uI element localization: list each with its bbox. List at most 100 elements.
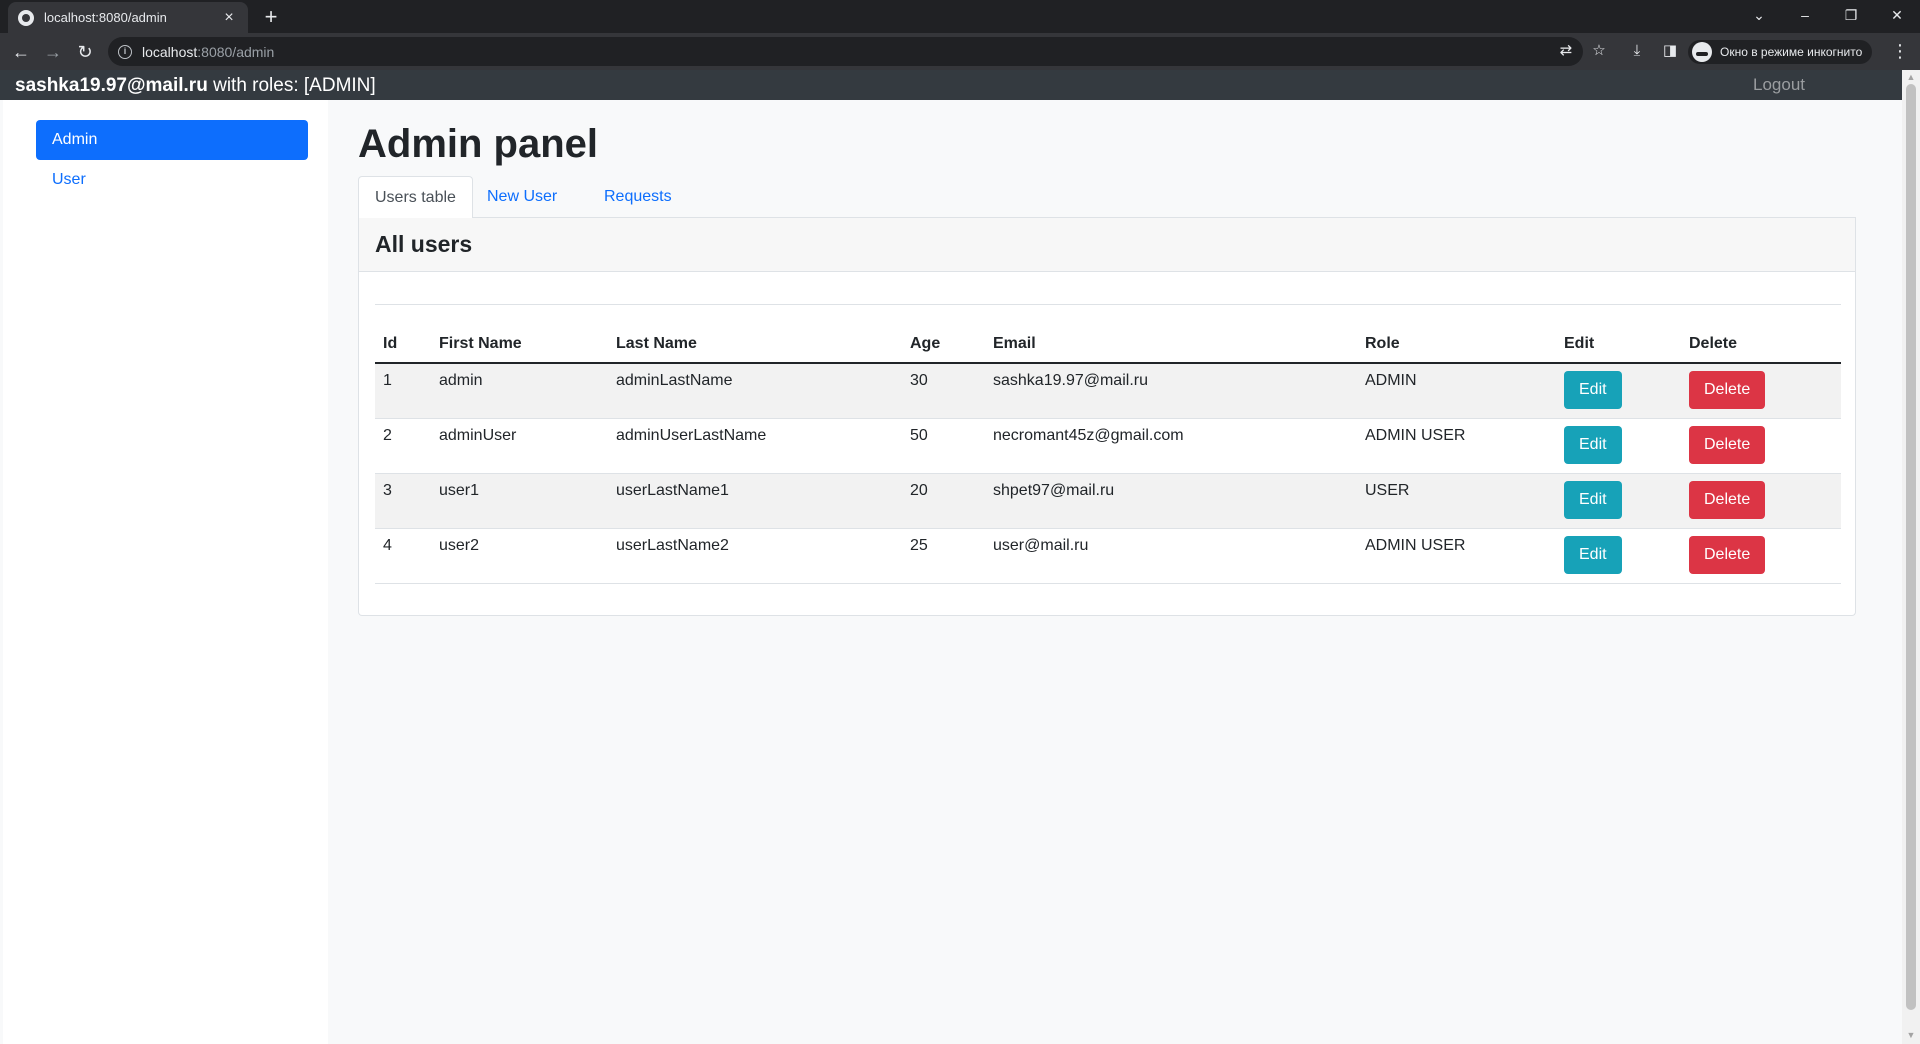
users-card: All users Id First Name Last Name Age Em… — [358, 218, 1856, 616]
cell-age: 30 — [902, 363, 985, 419]
card-title: All users — [359, 218, 1855, 272]
cell-delete: Delete — [1681, 528, 1841, 584]
col-delete: Delete — [1681, 325, 1841, 364]
cell-id: 4 — [375, 528, 431, 584]
new-tab-button[interactable]: + — [258, 4, 284, 30]
cell-first-name: user2 — [431, 528, 608, 584]
back-icon[interactable]: ← — [8, 39, 34, 65]
user-roles: with roles: [ADMIN] — [207, 75, 376, 96]
cell-role: ADMIN USER — [1357, 418, 1556, 474]
cell-last-name: adminUserLastName — [608, 418, 902, 474]
cell-id: 3 — [375, 473, 431, 529]
cell-edit: Edit — [1556, 473, 1681, 529]
card-body: Id First Name Last Name Age Email Role E… — [375, 304, 1841, 584]
table-row: 3 user1 userLastName1 20 shpet97@mail.ru… — [375, 473, 1841, 529]
scroll-up-icon[interactable]: ▲ — [1902, 72, 1920, 82]
scroll-down-icon[interactable]: ▼ — [1902, 1030, 1920, 1040]
cell-role: USER — [1357, 473, 1556, 529]
cell-edit: Edit — [1556, 363, 1681, 419]
delete-button[interactable]: Delete — [1689, 535, 1766, 574]
cell-edit: Edit — [1556, 528, 1681, 584]
translate-icon[interactable]: ⇄ — [1554, 39, 1578, 63]
edit-button[interactable]: Edit — [1564, 425, 1622, 464]
delete-button[interactable]: Delete — [1689, 371, 1766, 409]
tab-list: Users table New User Requests — [358, 176, 1856, 219]
incognito-badge[interactable]: Окно в режиме инкогнито — [1688, 40, 1873, 64]
globe-icon — [18, 9, 34, 26]
minimize-icon[interactable]: – — [1782, 0, 1828, 33]
tab-search-icon[interactable]: ⌄ — [1736, 0, 1782, 33]
col-last-name: Last Name — [608, 325, 902, 364]
cell-last-name: userLastName1 — [608, 473, 902, 529]
download-icon[interactable]: ⤓ — [1625, 39, 1649, 63]
tab-close-icon[interactable]: × — [220, 9, 238, 27]
cell-email: shpet97@mail.ru — [985, 473, 1357, 529]
cell-first-name: user1 — [431, 473, 608, 529]
scrollbar-thumb[interactable] — [1906, 84, 1916, 1010]
restore-icon[interactable]: ❐ — [1828, 0, 1874, 33]
edit-button[interactable]: Edit — [1564, 535, 1622, 574]
cell-delete: Delete — [1681, 473, 1841, 529]
page-scrollbar[interactable]: ▲ ▼ — [1902, 70, 1920, 1044]
cell-delete: Delete — [1681, 418, 1841, 474]
cell-email: sashka19.97@mail.ru — [985, 363, 1357, 419]
table-header-row: Id First Name Last Name Age Email Role E… — [375, 325, 1841, 364]
table-row: 4 user2 userLastName2 25 user@mail.ru AD… — [375, 528, 1841, 584]
cell-last-name: adminLastName — [608, 363, 902, 419]
cell-email: user@mail.ru — [985, 528, 1357, 584]
star-icon[interactable]: ☆ — [1587, 39, 1611, 63]
delete-button[interactable]: Delete — [1689, 480, 1766, 519]
cell-id: 1 — [375, 363, 431, 419]
browser-toolbar: ← → ↻ i localhost:8080/admin ⇄ ☆ ⤓ ◨ Окн… — [0, 33, 1920, 70]
tab-new-user[interactable]: New User — [471, 176, 573, 218]
cell-role: ADMIN — [1357, 363, 1556, 419]
current-user: sashka19.97@mail.ru with roles: [ADMIN] — [15, 75, 376, 97]
col-email: Email — [985, 325, 1357, 364]
cell-email: necromant45z@gmail.com — [985, 418, 1357, 474]
cell-edit: Edit — [1556, 418, 1681, 474]
col-id: Id — [375, 325, 431, 364]
table-row: 1 admin adminLastName 30 sashka19.97@mai… — [375, 363, 1841, 419]
reload-icon[interactable]: ↻ — [72, 39, 98, 65]
incognito-label: Окно в режиме инкогнито — [1720, 45, 1863, 59]
cell-delete: Delete — [1681, 363, 1841, 419]
cell-age: 50 — [902, 418, 985, 474]
address-bar[interactable]: i localhost:8080/admin — [108, 37, 1583, 66]
cell-first-name: admin — [431, 363, 608, 419]
incognito-icon — [1692, 42, 1712, 62]
col-first-name: First Name — [431, 325, 608, 364]
forward-icon[interactable]: → — [40, 39, 66, 65]
menu-icon[interactable]: ⋮ — [1888, 39, 1912, 63]
user-email: sashka19.97@mail.ru — [15, 75, 208, 96]
sidebar: Admin User — [3, 100, 328, 1044]
col-edit: Edit — [1556, 325, 1681, 364]
delete-button[interactable]: Delete — [1689, 425, 1766, 464]
col-age: Age — [902, 325, 985, 364]
tab-requests[interactable]: Requests — [588, 176, 688, 218]
cell-age: 25 — [902, 528, 985, 584]
cell-role: ADMIN USER — [1357, 528, 1556, 584]
url-host: localhost — [142, 43, 198, 60]
tab-users-table[interactable]: Users table — [358, 176, 473, 219]
browser-tab[interactable]: localhost:8080/admin × — [8, 2, 248, 33]
info-icon[interactable]: i — [118, 44, 132, 59]
browser-tabbar: localhost:8080/admin × + ⌄ – ❐ ✕ — [0, 0, 1920, 33]
side-panel-icon[interactable]: ◨ — [1658, 39, 1682, 63]
table-row: 2 adminUser adminUserLastName 50 necroma… — [375, 418, 1841, 474]
sidebar-item-admin[interactable]: Admin — [36, 120, 308, 160]
url-path: :8080/admin — [197, 43, 275, 60]
page-title: Admin panel — [358, 122, 599, 166]
top-navbar: sashka19.97@mail.ru with roles: [ADMIN] … — [0, 70, 1902, 100]
sidebar-item-user[interactable]: User — [36, 160, 308, 200]
cell-id: 2 — [375, 418, 431, 474]
edit-button[interactable]: Edit — [1564, 480, 1622, 519]
close-window-icon[interactable]: ✕ — [1874, 0, 1920, 33]
logout-link[interactable]: Logout — [1753, 75, 1805, 95]
cell-age: 20 — [902, 473, 985, 529]
cell-last-name: userLastName2 — [608, 528, 902, 584]
cell-first-name: adminUser — [431, 418, 608, 474]
edit-button[interactable]: Edit — [1564, 371, 1622, 409]
tab-title: localhost:8080/admin — [44, 10, 167, 25]
page-viewport: sashka19.97@mail.ru with roles: [ADMIN] … — [0, 70, 1920, 1044]
col-role: Role — [1357, 325, 1556, 364]
